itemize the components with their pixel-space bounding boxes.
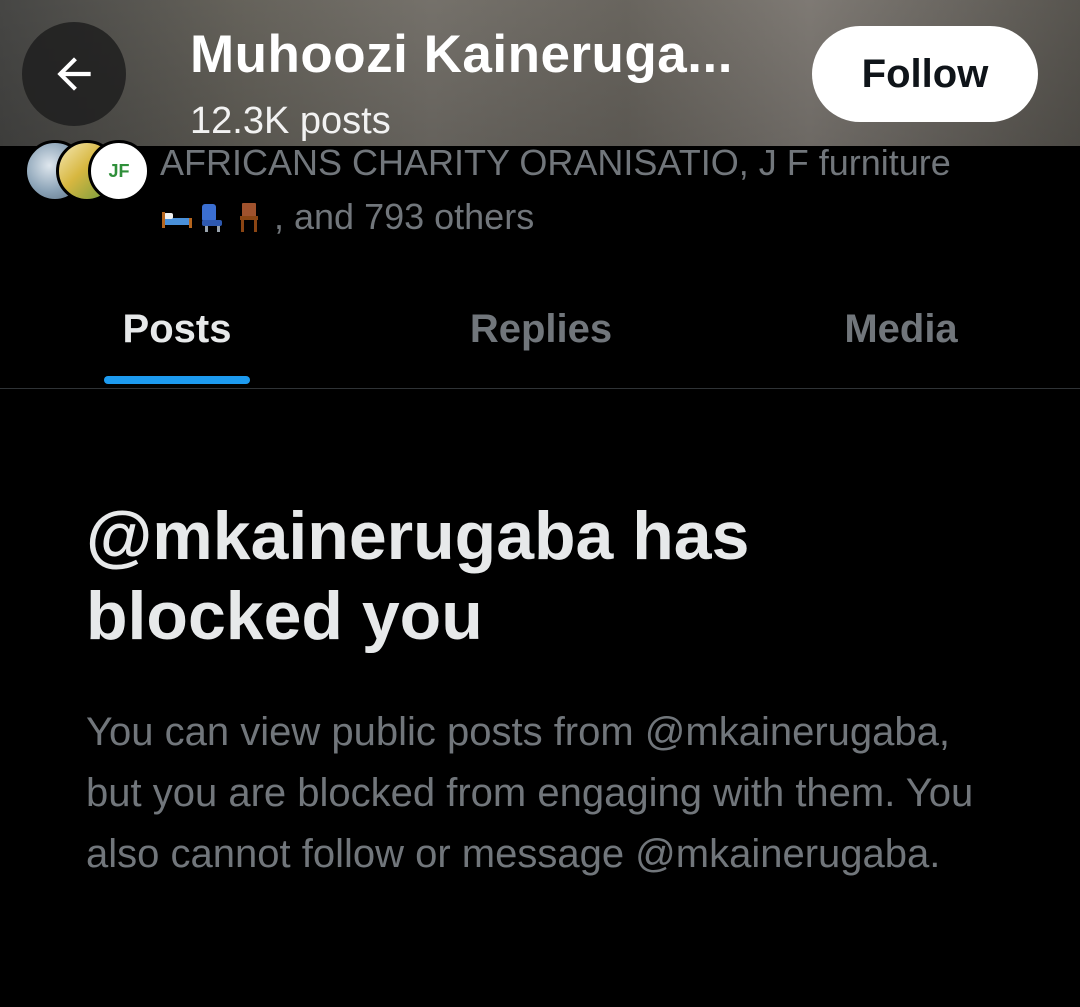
tab-replies[interactable]: Replies (424, 270, 658, 388)
chair-icon (240, 203, 258, 232)
active-tab-indicator (104, 376, 250, 384)
back-button[interactable] (22, 22, 126, 126)
arrow-left-icon (57, 57, 91, 91)
seat-icon (202, 204, 222, 232)
avatar: JF (88, 140, 150, 202)
profile-page: Muhoozi Kaineruga... 12.3K posts Follow … (0, 0, 1080, 1007)
profile-header-banner: Muhoozi Kaineruga... 12.3K posts Follow (0, 0, 1080, 146)
profile-tabs: Posts Replies Media (0, 270, 1080, 389)
profile-name-title: Muhoozi Kaineruga... (190, 25, 733, 84)
follow-button[interactable]: Follow (812, 26, 1038, 122)
followers-others-text: , and 793 others (274, 196, 535, 237)
tab-media[interactable]: Media (784, 270, 1018, 388)
blocked-heading: @mkainerugaba has blocked you (86, 498, 750, 654)
follower-avatars: JF (24, 140, 150, 202)
blocked-description: You can view public posts from @mkaineru… (86, 710, 974, 876)
followers-you-know[interactable]: JF AFRICANS CHARITY ORANISATIO, J F furn… (0, 140, 1080, 246)
followers-others: , and 793 others (160, 196, 534, 238)
followers-names: AFRICANS CHARITY ORANISATIO, J F furnitu… (160, 142, 951, 183)
avatar-badge-text: JF (108, 160, 130, 181)
bed-icon (162, 212, 192, 228)
posts-count: 12.3K posts (190, 100, 391, 142)
tab-posts[interactable]: Posts (60, 270, 294, 388)
